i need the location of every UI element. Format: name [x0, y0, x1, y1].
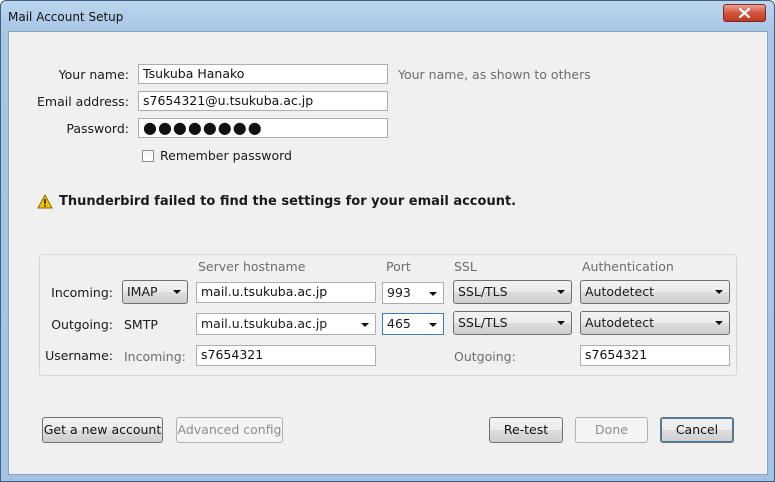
chevron-down-icon	[361, 323, 369, 327]
incoming-port-combo[interactable]: 993	[382, 282, 444, 304]
incoming-hostname-input[interactable]: mail.u.tsukuba.ac.jp	[196, 282, 376, 303]
title-bar[interactable]: Mail Account Setup	[1, 1, 774, 31]
incoming-ssl-dropdown[interactable]: SSL/TLS	[453, 280, 572, 304]
get-new-account-button[interactable]: Get a new account	[42, 417, 163, 443]
name-label: Your name:	[58, 67, 129, 82]
incoming-protocol-value: IMAP	[127, 284, 158, 299]
incoming-port-value: 993	[387, 285, 411, 300]
password-label: Password:	[66, 121, 129, 136]
close-button[interactable]	[723, 4, 766, 22]
chevron-down-icon	[557, 321, 565, 325]
incoming-label: Incoming:	[51, 285, 113, 300]
incoming-auth-dropdown[interactable]: Autodetect	[580, 280, 730, 304]
outgoing-ssl-dropdown[interactable]: SSL/TLS	[453, 311, 572, 335]
outgoing-username-input[interactable]: s7654321	[580, 345, 730, 366]
username-outgoing-label: Outgoing:	[454, 349, 516, 364]
chevron-down-icon	[429, 292, 437, 296]
chevron-down-icon	[715, 290, 723, 294]
email-label: Email address:	[37, 94, 129, 109]
username-label: Username:	[45, 348, 113, 363]
warning-message: Thunderbird failed to find the settings …	[37, 194, 516, 209]
outgoing-ssl-value: SSL/TLS	[458, 315, 508, 330]
warning-text: Thunderbird failed to find the settings …	[59, 194, 517, 209]
outgoing-auth-value: Autodetect	[585, 315, 655, 330]
hostname-header: Server hostname	[198, 259, 306, 274]
auth-header: Authentication	[582, 259, 674, 274]
done-button[interactable]: Done	[575, 417, 648, 443]
incoming-protocol-dropdown[interactable]: IMAP	[122, 280, 188, 304]
outgoing-hostname-combo[interactable]: mail.u.tsukuba.ac.jp	[196, 313, 376, 335]
chevron-down-icon	[557, 290, 565, 294]
outgoing-label: Outgoing:	[51, 317, 113, 332]
mail-setup-window: Mail Account Setup Your name: Tsukuba Ha…	[0, 0, 775, 482]
password-input[interactable]: ●●●●●●●●	[138, 118, 388, 138]
outgoing-auth-dropdown[interactable]: Autodetect	[580, 311, 730, 335]
advanced-config-button[interactable]: Advanced config	[176, 417, 283, 443]
incoming-auth-value: Autodetect	[585, 284, 655, 299]
remember-password-label[interactable]: Remember password	[160, 148, 292, 163]
outgoing-port-combo[interactable]: 465	[382, 313, 444, 335]
window-title: Mail Account Setup	[8, 10, 124, 24]
ssl-header: SSL	[454, 259, 477, 274]
remember-password-checkbox[interactable]	[142, 150, 154, 162]
retest-button[interactable]: Re-test	[489, 417, 563, 443]
username-incoming-label: Incoming:	[124, 349, 186, 364]
outgoing-hostname-value: mail.u.tsukuba.ac.jp	[201, 316, 328, 331]
name-hint: Your name, as shown to others	[398, 67, 591, 82]
dialog-content: Your name: Tsukuba Hanako Your name, as …	[8, 31, 768, 475]
outgoing-protocol: SMTP	[124, 317, 158, 332]
cancel-button[interactable]: Cancel	[660, 417, 734, 443]
outgoing-port-value: 465	[387, 316, 411, 331]
email-input[interactable]: s7654321@u.tsukuba.ac.jp	[138, 91, 388, 111]
close-icon	[739, 8, 750, 18]
incoming-ssl-value: SSL/TLS	[458, 284, 508, 299]
warning-icon	[37, 194, 53, 209]
chevron-down-icon	[173, 290, 181, 294]
chevron-down-icon	[429, 323, 437, 327]
name-input[interactable]: Tsukuba Hanako	[138, 64, 388, 84]
port-header: Port	[386, 259, 411, 274]
incoming-username-input[interactable]: s7654321	[196, 345, 376, 366]
chevron-down-icon	[715, 321, 723, 325]
